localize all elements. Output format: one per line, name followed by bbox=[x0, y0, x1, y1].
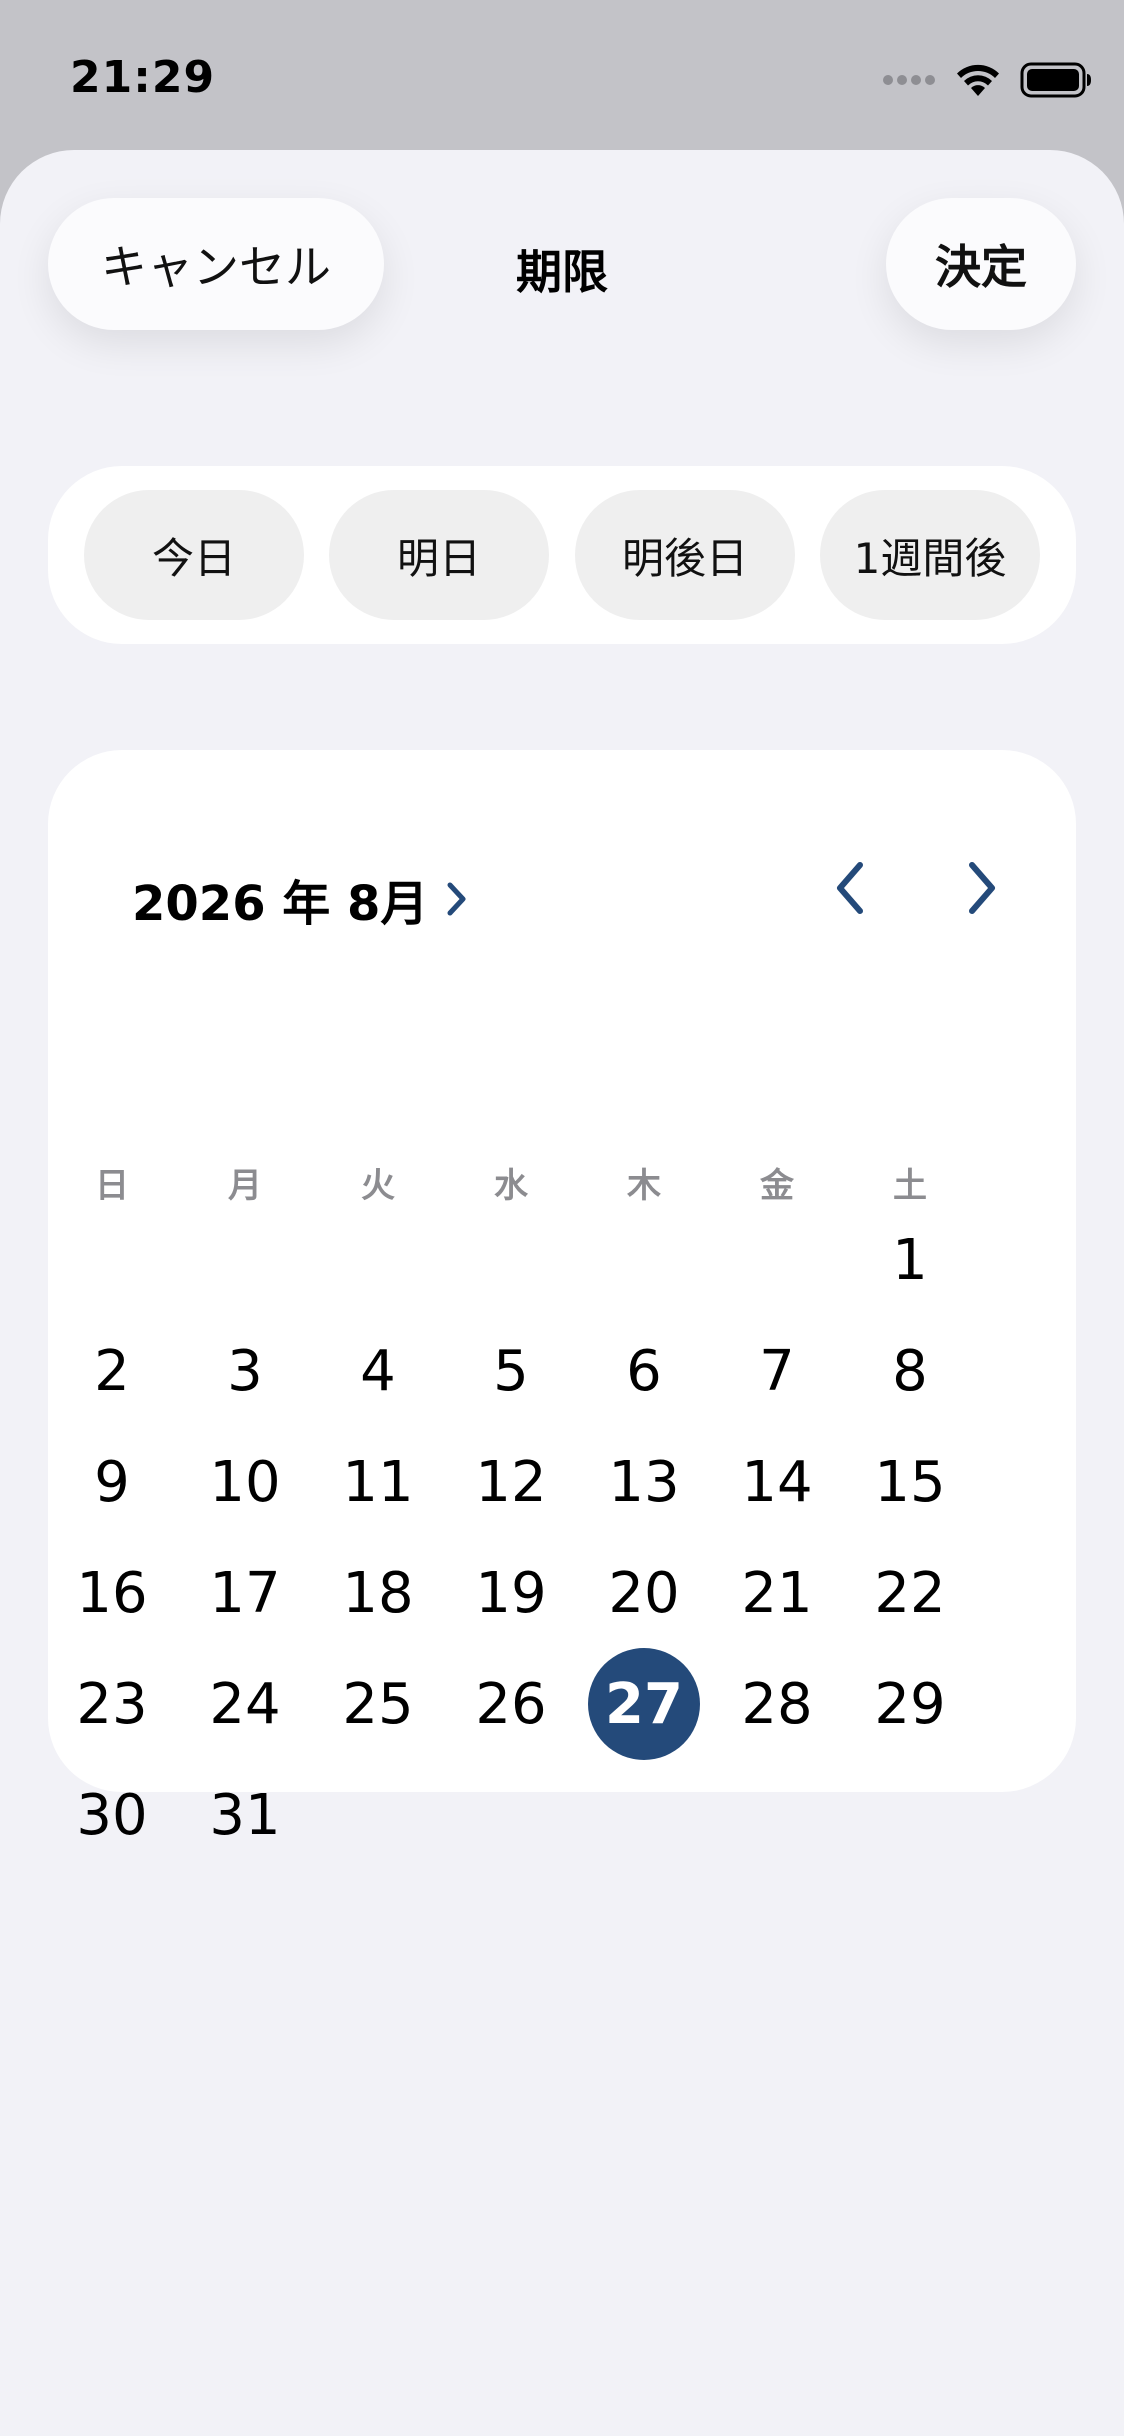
quick-option-day-after-tomorrow[interactable]: 明後日 bbox=[575, 490, 795, 620]
weekday-label: 火 bbox=[361, 1166, 395, 1206]
calendar-day[interactable]: 1 bbox=[854, 1204, 966, 1316]
calendar-day[interactable]: 10 bbox=[189, 1426, 301, 1538]
calendar-day[interactable]: 25 bbox=[322, 1648, 434, 1760]
chevron-right-icon bbox=[447, 882, 466, 916]
calendar-day[interactable]: 16 bbox=[56, 1537, 168, 1649]
calendar-day[interactable]: 24 bbox=[189, 1648, 301, 1760]
weekday-label: 月 bbox=[228, 1166, 262, 1206]
date-picker-sheet: キャンセル 期限 決定 今日 明日 明後日 1週間後 2026 年 8月 日月火… bbox=[0, 150, 1124, 2436]
calendar-day[interactable]: 23 bbox=[56, 1648, 168, 1760]
calendar-day[interactable]: 28 bbox=[721, 1648, 833, 1760]
quick-option-one-week-later[interactable]: 1週間後 bbox=[820, 490, 1040, 620]
weekday-label: 金 bbox=[760, 1166, 794, 1206]
calendar-day[interactable]: 26 bbox=[455, 1648, 567, 1760]
chevron-left-icon bbox=[837, 862, 863, 914]
calendar-day[interactable]: 2 bbox=[56, 1315, 168, 1427]
calendar-day[interactable]: 30 bbox=[56, 1759, 168, 1871]
calendar-day[interactable]: 17 bbox=[189, 1537, 301, 1649]
month-year-selector[interactable]: 2026 年 8月 bbox=[132, 864, 468, 934]
battery-icon bbox=[1020, 62, 1091, 98]
weekday-label: 土 bbox=[893, 1166, 927, 1206]
wifi-icon bbox=[957, 64, 999, 96]
calendar-day[interactable]: 7 bbox=[721, 1315, 833, 1427]
calendar-day[interactable]: 14 bbox=[721, 1426, 833, 1538]
calendar-day[interactable]: 6 bbox=[588, 1315, 700, 1427]
calendar-day[interactable]: 13 bbox=[588, 1426, 700, 1538]
calendar-day-selected[interactable]: 27 bbox=[588, 1648, 700, 1760]
calendar-day[interactable]: 21 bbox=[721, 1537, 833, 1649]
calendar-day[interactable]: 22 bbox=[854, 1537, 966, 1649]
confirm-button[interactable]: 決定 bbox=[886, 198, 1076, 330]
month-year-label: 2026 年 8月 bbox=[132, 876, 429, 932]
weekday-label: 日 bbox=[95, 1166, 129, 1206]
calendar-day[interactable]: 11 bbox=[322, 1426, 434, 1538]
calendar-day[interactable]: 9 bbox=[56, 1426, 168, 1538]
calendar-day[interactable]: 18 bbox=[322, 1537, 434, 1649]
calendar-day[interactable]: 15 bbox=[854, 1426, 966, 1538]
calendar-day[interactable]: 29 bbox=[854, 1648, 966, 1760]
status-bar: 21:29 bbox=[0, 0, 1124, 150]
quick-date-options: 今日 明日 明後日 1週間後 bbox=[48, 466, 1076, 644]
weekday-label: 木 bbox=[627, 1166, 661, 1206]
status-indicators bbox=[882, 62, 1092, 98]
calendar-day[interactable]: 3 bbox=[189, 1315, 301, 1427]
calendar-card: 2026 年 8月 日月火水木金土 1 2 3 4 5 6 7 8 9 10 11 12 13 14 15 1… bbox=[48, 750, 1076, 1848]
previous-month-button[interactable] bbox=[810, 848, 890, 928]
cellular-signal-icon bbox=[883, 75, 935, 85]
calendar-day[interactable]: 12 bbox=[455, 1426, 567, 1538]
calendar-day[interactable]: 31 bbox=[189, 1759, 301, 1871]
calendar-day[interactable]: 20 bbox=[588, 1537, 700, 1649]
calendar-day[interactable]: 5 bbox=[455, 1315, 567, 1427]
cancel-button[interactable]: キャンセル bbox=[48, 198, 384, 330]
status-time: 21:29 bbox=[70, 52, 216, 103]
calendar-day[interactable]: 8 bbox=[854, 1315, 966, 1427]
calendar-day[interactable]: 4 bbox=[322, 1315, 434, 1427]
chevron-right-icon bbox=[969, 862, 995, 914]
quick-option-tomorrow[interactable]: 明日 bbox=[329, 490, 549, 620]
next-month-button[interactable] bbox=[942, 848, 1022, 928]
weekday-label: 水 bbox=[494, 1166, 528, 1206]
quick-option-today[interactable]: 今日 bbox=[84, 490, 304, 620]
calendar-day[interactable]: 19 bbox=[455, 1537, 567, 1649]
